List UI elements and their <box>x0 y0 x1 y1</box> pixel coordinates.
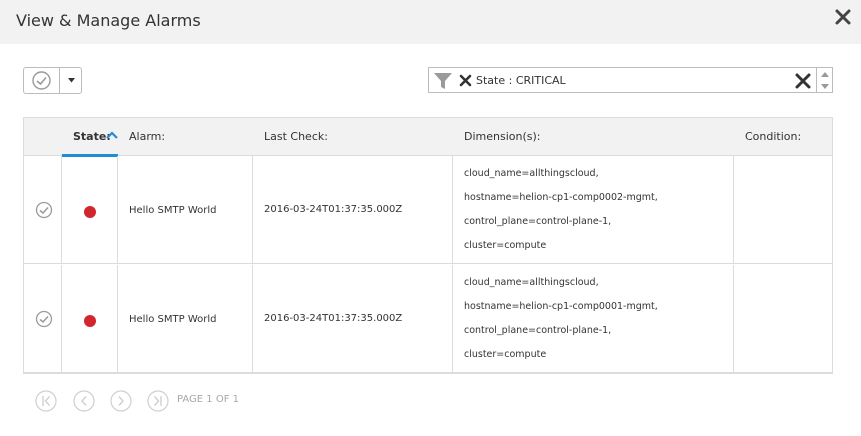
filter-bar[interactable]: State : CRITICAL <box>428 67 817 93</box>
close-icon <box>835 9 851 25</box>
filter-scroll-spinner[interactable] <box>817 67 833 93</box>
page-indicator: PAGE 1 OF 1 <box>177 394 240 405</box>
caret-down-icon <box>68 78 75 83</box>
last-check-time: 2016-03-24T01:37:35.000Z <box>264 204 403 215</box>
row-select-checkbox[interactable] <box>35 310 53 328</box>
critical-status-icon <box>84 315 96 327</box>
dimension-line: cloud_name=allthingscloud, <box>464 277 599 288</box>
dimension-line: cluster=compute <box>464 349 547 360</box>
table-row[interactable]: Hello SMTP World 2016-03-24T01:37:35.000… <box>24 265 832 373</box>
dialog-header: View & Manage Alarms <box>0 0 861 44</box>
close-button[interactable] <box>832 6 854 28</box>
alarm-name: Hello SMTP World <box>129 205 217 216</box>
column-header-condition[interactable]: Condition: <box>745 130 801 143</box>
dimension-line: hostname=helion-cp1-comp0001-mgmt, <box>464 301 658 312</box>
select-all-button[interactable] <box>24 68 60 93</box>
table-row[interactable]: Hello SMTP World 2016-03-24T01:37:35.000… <box>24 156 832 264</box>
chevron-up-icon[interactable] <box>106 131 118 139</box>
column-header-alarm[interactable]: Alarm: <box>129 130 165 143</box>
alarms-dialog: View & Manage Alarms State: CRITICAL St… <box>0 0 861 436</box>
dimension-line: control_plane=control-plane-1, <box>464 216 612 227</box>
checkmark-circle-icon <box>32 71 51 90</box>
alarms-table: State: Alarm: Last Check: Dimension(s): … <box>23 117 833 374</box>
next-page-icon[interactable] <box>110 390 132 412</box>
clear-filter-icon[interactable] <box>795 73 811 89</box>
select-options-dropdown[interactable] <box>61 68 81 93</box>
dimension-line: control_plane=control-plane-1, <box>464 325 612 336</box>
column-header-dimensions[interactable]: Dimension(s): <box>464 130 541 143</box>
row-select-checkbox[interactable] <box>35 201 53 219</box>
first-page-icon[interactable] <box>35 390 57 412</box>
prev-page-icon[interactable] <box>73 390 95 412</box>
filter-chip-label: State : CRITICAL <box>476 74 566 87</box>
scroll-down-icon[interactable] <box>821 84 829 89</box>
funnel-icon <box>434 73 452 89</box>
column-header-last-check[interactable]: Last Check: <box>264 130 328 143</box>
critical-status-icon <box>84 206 96 218</box>
last-page-icon[interactable] <box>147 390 169 412</box>
remove-filter-icon[interactable] <box>459 74 472 87</box>
last-check-time: 2016-03-24T01:37:35.000Z <box>264 313 403 324</box>
dimension-line: cluster=compute <box>464 240 547 251</box>
dimension-line: hostname=helion-cp1-comp0002-mgmt, <box>464 192 658 203</box>
table-header: State: Alarm: Last Check: Dimension(s): … <box>24 118 832 157</box>
alarm-name: Hello SMTP World <box>129 314 217 325</box>
scroll-up-icon[interactable] <box>821 72 829 77</box>
dimension-line: cloud_name=allthingscloud, <box>464 168 599 179</box>
dialog-title: View & Manage Alarms <box>16 11 201 30</box>
bulk-select-button <box>23 67 82 94</box>
